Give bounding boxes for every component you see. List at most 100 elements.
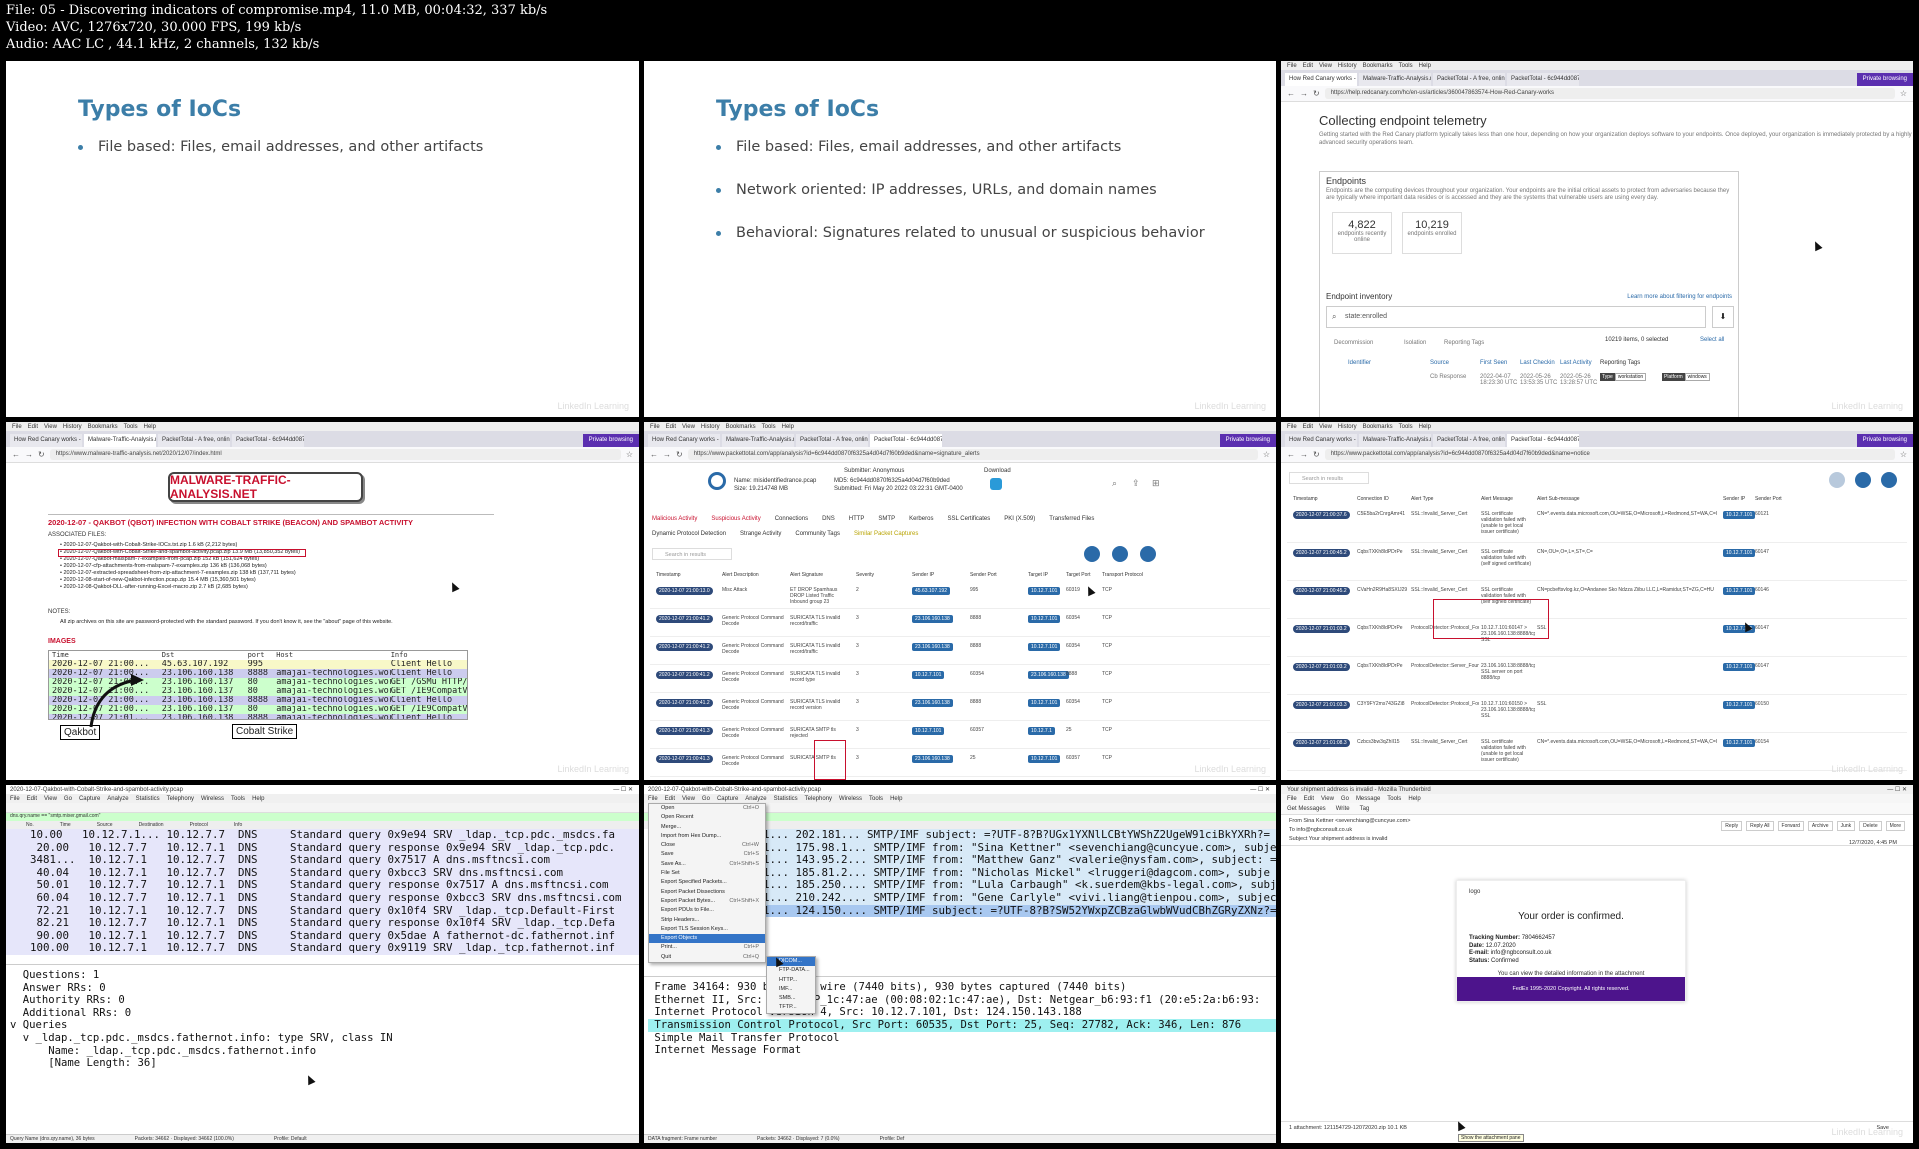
col-protocol[interactable]: Protocol [190,822,208,828]
menu-history[interactable]: History [1338,424,1357,430]
table-header-cell[interactable]: Timestamp [656,572,681,578]
tab-red-canary[interactable]: How Red Canary works - Red C [1285,73,1357,86]
table-header-cell[interactable]: Alert Sub-message [1537,496,1580,502]
submenu-item[interactable]: SMB... [767,994,815,1003]
wireshark-toolbar[interactable] [6,803,639,813]
menu-go[interactable]: Go [702,796,710,802]
detail-line[interactable]: Transmission Control Protocol, Src Port:… [648,1018,1276,1032]
filter-decommission[interactable]: Decommission [1334,340,1373,346]
packet-row[interactable]: 50.01 10.12.7.7 10.12.7.1 DNS Standard q… [6,879,639,892]
menu-item[interactable]: File Set [649,869,765,878]
col-first-seen[interactable]: First Seen [1480,360,1507,366]
window-controls-icon[interactable]: — ☐ ✕ [1887,786,1907,793]
table-row[interactable]: 2020-12-07 21:00:45.2 CqbsTXKh8ldPDrPe SSL… [1287,544,1907,581]
col-source[interactable]: Source [97,822,113,828]
col-destination[interactable]: Destination [139,822,164,828]
menu-item[interactable]: Export PDUs to File... [649,906,765,915]
menu-file[interactable]: File [10,796,20,802]
detail-line[interactable]: Name: _ldap._tcp.pdc._msdcs.fathernot.in… [10,1045,639,1058]
status-profile[interactable]: Profile: Def [880,1136,905,1142]
table-row[interactable]: 2020-12-07 21:00:41.2 Generic Protocol Co… [650,638,1270,665]
menu-help[interactable]: Help [1419,63,1431,69]
detail-line[interactable]: v _ldap._tcp.pdc._msdcs.fathernot.info: … [10,1032,639,1045]
table-header-cell[interactable]: Alert Description [722,572,759,578]
forward-icon[interactable]: → [25,450,33,459]
tab-packettotal[interactable]: PacketTotal - A free, online P [1433,73,1505,86]
table-row[interactable]: 2020-12-07 21:00:37.6 C5E5ba2rCnrgAmr41 SS… [1287,506,1907,543]
packet-row[interactable]: 7.1... 202.181... SMTP/IMF subject: =?UT… [746,829,1276,842]
table-header-cell[interactable]: Connection ID [1357,496,1389,502]
detail-line[interactable]: Frame 34164: 930 bytes on wire (7440 bit… [648,981,1276,994]
tab-packettotal-analysis[interactable]: PacketTotal - 6c944dd0870f6325a [1507,434,1579,447]
menu-item[interactable]: Print... Ctrl+P [649,943,765,952]
detail-line[interactable]: Additional RRs: 0 [10,1007,639,1020]
tab-red-canary[interactable]: How Red Canary works - Red C [1285,434,1357,447]
back-icon[interactable]: ← [1287,89,1295,98]
tab-packettotal[interactable]: PacketTotal - A free, online P [158,434,230,447]
inventory-search-input[interactable]: ⌕ state:enrolled [1326,306,1706,328]
tab-mta[interactable]: Malware-Traffic-Analysis.net [84,434,156,447]
menu-item[interactable]: Quit Ctrl+Q [649,953,765,962]
reload-icon[interactable]: ↻ [1313,450,1320,459]
menu-go[interactable]: Go [1341,796,1349,802]
ip-badge[interactable]: 10.12.7.101 [912,727,945,735]
file-link[interactable]: • 2020-12-08-Qakbot-DLL-after-running-Ex… [60,584,248,590]
address-input[interactable]: https://www.malware-traffic-analysis.net… [49,449,621,460]
menu-statistics[interactable]: Statistics [136,796,160,802]
packet-row[interactable]: 7.1... 185.250.... SMTP/IMF from: "Lula … [746,879,1276,892]
ip-badge[interactable]: 10.12.7.1 [1028,727,1055,735]
menu-tools[interactable]: Tools [869,796,883,802]
results-search-input[interactable]: Search in results [1289,472,1369,484]
menu-edit[interactable]: Edit [665,796,675,802]
packet-row[interactable]: 7.1... 210.242.... SMTP/IMF from: "Gene … [746,891,1276,905]
action-circle-icon[interactable] [1855,472,1871,488]
download-icon[interactable]: ⬇ [1712,306,1734,328]
packet-row[interactable]: 3481... 10.12.7.1 10.12.7.7 DNS Standard… [6,854,639,867]
menu-edit[interactable]: Edit [1303,63,1313,69]
table-header-cell[interactable]: Sender IP [912,572,934,578]
packet-row[interactable]: 20.00 10.12.7.7 10.12.7.1 DNS Standard q… [6,841,639,855]
table-row[interactable]: 2020-12-07 21:01:03.3 C3Y9FY2ms743GZi8 Pro… [1287,696,1907,733]
menu-edit[interactable]: Edit [1303,424,1313,430]
menu-help[interactable]: Help [890,796,902,802]
bookmark-star-icon[interactable]: ☆ [1263,450,1270,459]
action-circle-icon[interactable] [1140,546,1156,562]
packet-row[interactable]: 100.00 10.12.7.1 10.12.7.7 DNS Standard … [6,942,639,955]
packet-row[interactable]: 7.1... 185.81.2... SMTP/IMF from: "Nicho… [746,866,1276,880]
col-identifier[interactable]: Identifier [1348,360,1371,366]
col-last-activity[interactable]: Last Activity [1560,360,1592,366]
menu-help[interactable]: Help [782,424,794,430]
reload-icon[interactable]: ↻ [676,450,683,459]
menu-bookmarks[interactable]: Bookmarks [726,424,756,430]
ip-badge[interactable]: 10.12.7.101 [1028,643,1061,651]
submenu-item[interactable]: TFTP... [767,1003,815,1012]
bookmark-star-icon[interactable]: ☆ [1900,450,1907,459]
table-row[interactable]: 2020-12-07 21:01:08.3 Czbcs3bw3qZhlI15 SSL… [1287,734,1907,771]
table-header-cell[interactable]: Sender Port [970,572,997,578]
bookmark-star-icon[interactable]: ☆ [626,450,633,459]
forward-icon[interactable]: → [1300,450,1308,459]
analysis-tab[interactable]: Transferred Files [1049,516,1094,522]
analysis-tab[interactable]: Kerberos [909,516,933,522]
menu-edit[interactable]: Edit [27,796,37,802]
menu-view[interactable]: View [682,796,695,802]
detail-line[interactable]: Ethernet II, Src: HewlettP_1c:47:ae (00:… [648,994,1276,1007]
address-input[interactable]: https://www.packettotal.com/app/analysis… [687,449,1258,460]
ip-badge[interactable]: 23.106.160.138 [912,643,953,651]
col-last-checkin[interactable]: Last Checkin [1520,360,1555,366]
table-header-cell[interactable]: Alert Type [1411,496,1433,502]
table-row[interactable]: 2020-12-07 21:00:41.2 Generic Protocol Co… [650,610,1270,637]
table-header-cell[interactable]: Transport Protocol [1102,572,1143,578]
menu-item[interactable]: Merge... [649,823,765,832]
tab-mta[interactable]: Malware-Traffic-Analysis.net [1359,73,1431,86]
menu-telephony[interactable]: Telephony [805,796,832,802]
analysis-tab[interactable]: Community Tags [795,531,840,537]
packet-row[interactable]: 60.04 10.12.7.7 10.12.7.1 DNS Standard q… [6,891,639,905]
tab-red-canary[interactable]: How Red Canary works - Red C [648,434,720,447]
table-header-cell[interactable]: Alert Signature [790,572,823,578]
forward-icon[interactable]: → [663,450,671,459]
analysis-tab[interactable]: Similar Packet Captures [854,531,918,537]
menu-view[interactable]: View [1319,63,1332,69]
select-all-link[interactable]: Select all [1700,337,1724,343]
menu-file[interactable]: File [1287,63,1297,69]
